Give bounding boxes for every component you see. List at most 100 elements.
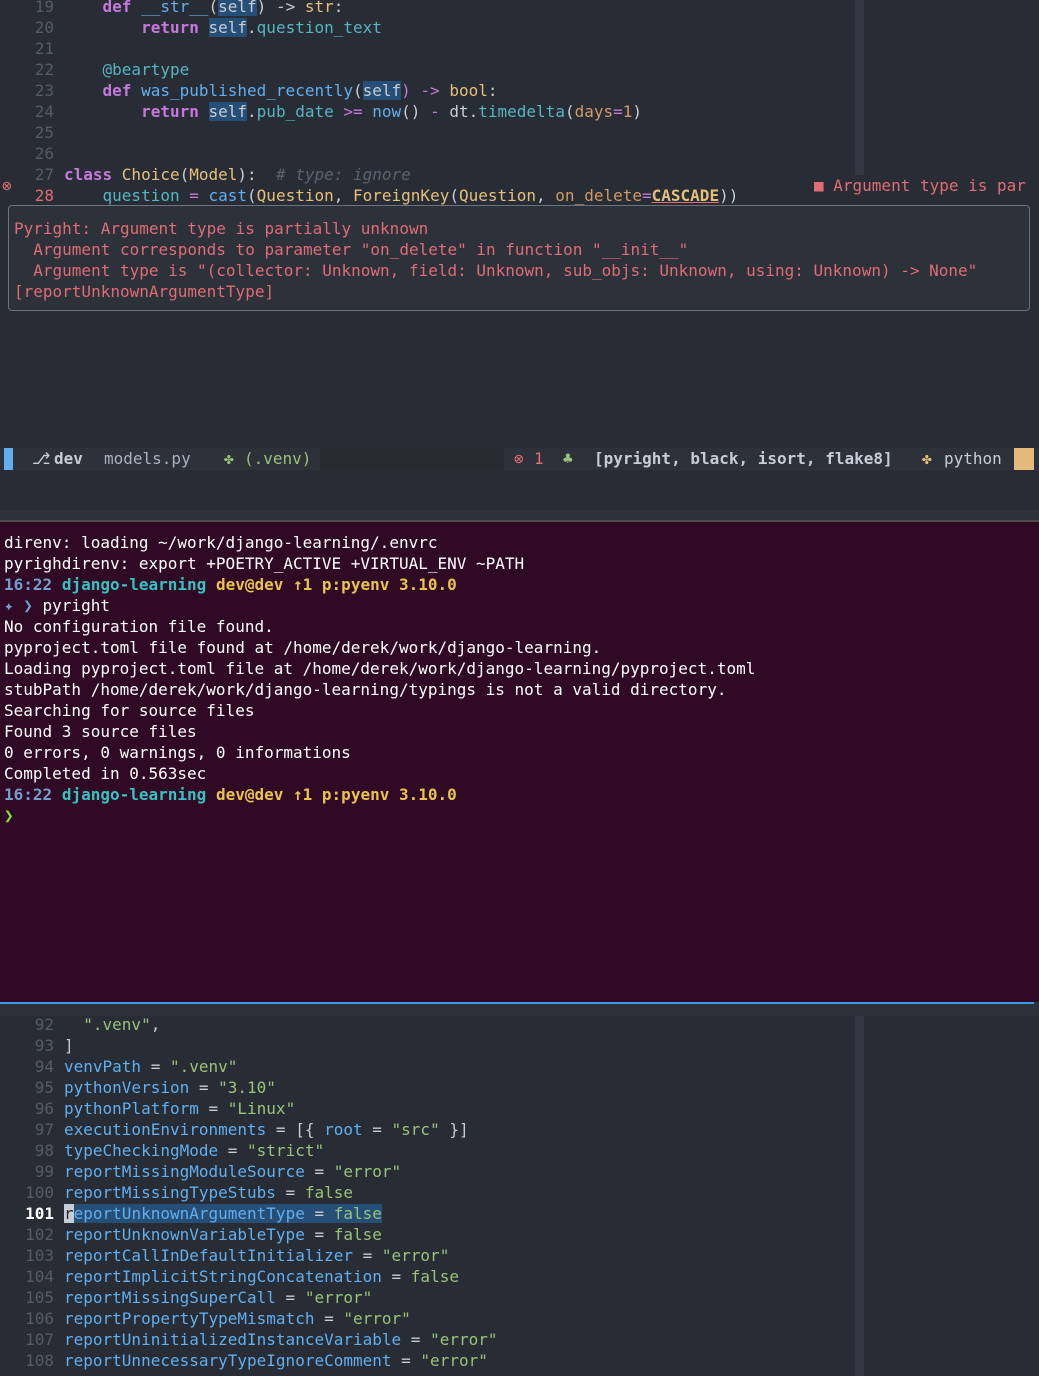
code-line[interactable]: 96 pythonPlatform = "Linux" bbox=[0, 1098, 295, 1119]
code-token: eportUnknownArgumentType bbox=[73, 1204, 305, 1223]
code-token: on_delete bbox=[555, 186, 642, 205]
code-line[interactable]: 108 reportUnnecessaryTypeIgnoreComment = … bbox=[0, 1350, 488, 1371]
code-token: Choice bbox=[121, 165, 180, 184]
code-token: = bbox=[179, 186, 209, 205]
line-number: 22 bbox=[34, 60, 54, 79]
terminal-output: stubPath /home/derek/work/django-learnin… bbox=[4, 680, 727, 699]
code-line[interactable]: 22 @beartype bbox=[0, 59, 190, 80]
code-token: reportMissingModuleSource bbox=[64, 1162, 305, 1181]
code-token: cast bbox=[208, 186, 248, 205]
line-number: 93 bbox=[34, 1036, 54, 1055]
code-token: "strict" bbox=[247, 1141, 325, 1160]
code-line[interactable]: 99 reportMissingModuleSource = "error" bbox=[0, 1161, 401, 1182]
code-token: question bbox=[64, 186, 180, 205]
line-code: ] bbox=[64, 1035, 74, 1056]
top-editor-pane[interactable]: 19 def __str__(self) -> str: 20 return se… bbox=[0, 0, 1039, 510]
code-line[interactable]: 20 return self.question_text bbox=[0, 17, 382, 38]
code-token: . bbox=[247, 102, 257, 121]
prompt-git: dev@dev ↑1 p:pyenv 3.10.0 bbox=[215, 575, 457, 594]
pane-divider[interactable] bbox=[0, 1002, 1034, 1004]
code-line[interactable]: 94 venvPath = ".venv" bbox=[0, 1056, 238, 1077]
code-token: = bbox=[642, 186, 652, 205]
code-token: "src" bbox=[391, 1120, 440, 1139]
code-token: ) -> bbox=[256, 0, 305, 16]
command: pyright bbox=[42, 596, 110, 615]
line-code: executionEnvironments = [{ root = "src" … bbox=[64, 1119, 469, 1140]
code-line[interactable]: 21 bbox=[0, 38, 54, 59]
code-line[interactable]: 101 reportUnknownArgumentType = false bbox=[0, 1203, 382, 1224]
code-line[interactable]: 93] bbox=[0, 1035, 74, 1056]
code-line[interactable]: 105 reportMissingSuperCall = "error" bbox=[0, 1287, 372, 1308]
code-token: = bbox=[304, 1225, 334, 1244]
code-token: self bbox=[218, 0, 257, 16]
terminal-pane[interactable]: direnv: loading ~/work/django-learning/.… bbox=[0, 520, 1039, 1002]
code-token: >= bbox=[333, 102, 373, 121]
code-line[interactable]: 24 return self.pub_date >= now() - dt.ti… bbox=[0, 101, 642, 122]
code-token: ( bbox=[247, 186, 257, 205]
code-line[interactable]: 26 bbox=[0, 143, 54, 164]
line-code: reportImplicitStringConcatenation = fals… bbox=[64, 1266, 459, 1287]
code-line[interactable]: 98 typeCheckingMode = "strict" bbox=[0, 1140, 324, 1161]
code-line[interactable]: 106 reportPropertyTypeMismatch = "error" bbox=[0, 1308, 411, 1329]
code-token: ( bbox=[449, 186, 459, 205]
terminal-output: 0 errors, 0 warnings, 0 informations bbox=[4, 743, 351, 762]
code-token: "error" bbox=[304, 1288, 373, 1307]
code-token: return bbox=[64, 102, 209, 121]
code-token: class bbox=[64, 165, 122, 184]
line-code: reportUninitializedInstanceVariable = "e… bbox=[64, 1329, 498, 1350]
statusline: ⎇ dev models.py ✤ (.venv) ⊗ 1 ♣ [pyright… bbox=[0, 448, 1039, 470]
lsp-clients: [pyright, black, isort, flake8] bbox=[594, 449, 893, 468]
code-token: days bbox=[574, 102, 614, 121]
code-token: venvPath bbox=[64, 1057, 142, 1076]
diagnostic-popup: Pyright: Argument type is partially unkn… bbox=[8, 205, 1030, 311]
code-token: bool bbox=[449, 81, 488, 100]
shell-prompt: 16:22 django-learning dev@dev ↑1 p:pyenv… bbox=[4, 574, 457, 595]
terminal-output: No configuration file found. bbox=[4, 617, 274, 636]
code-line[interactable]: 19 def __str__(self) -> str: bbox=[0, 0, 343, 17]
code-token: ( bbox=[352, 81, 363, 100]
code-token: timedelta bbox=[478, 102, 565, 121]
code-line[interactable]: 23 def was_published_recently(self) -> b… bbox=[0, 80, 498, 101]
line-code: reportMissingSuperCall = "error" bbox=[64, 1287, 372, 1308]
line-code: pythonPlatform = "Linux" bbox=[64, 1098, 295, 1119]
code-line[interactable]: 95 pythonVersion = "3.10" bbox=[0, 1077, 276, 1098]
code-token: : bbox=[333, 0, 344, 16]
git-branch: dev bbox=[54, 449, 83, 468]
line-number: 23 bbox=[34, 81, 54, 100]
position-indicator bbox=[1014, 448, 1034, 470]
code-line[interactable]: 100 reportMissingTypeStubs = false bbox=[0, 1182, 353, 1203]
line-number: 94 bbox=[34, 1057, 54, 1076]
code-line[interactable]: 97 executionEnvironments = [{ root = "src… bbox=[0, 1119, 469, 1140]
code-line[interactable]: 104 reportImplicitStringConcatenation = f… bbox=[0, 1266, 459, 1287]
code-token: = bbox=[189, 1078, 219, 1097]
code-token: = bbox=[401, 1330, 431, 1349]
code-line[interactable]: 107 reportUninitializedInstanceVariable =… bbox=[0, 1329, 497, 1350]
prompt-time: 16:22 bbox=[4, 785, 53, 804]
code-token: "error" bbox=[430, 1330, 498, 1349]
mode-indicator bbox=[4, 448, 13, 470]
code-token: () bbox=[401, 102, 431, 121]
line-code: class Choice(Model): # type: ignore bbox=[64, 164, 411, 185]
code-token: "3.10" bbox=[218, 1078, 276, 1097]
code-token: Model bbox=[189, 165, 238, 184]
code-token: reportUnknownVariableType bbox=[64, 1225, 305, 1244]
line-number: 101 bbox=[25, 1204, 54, 1223]
line-code: ".venv", bbox=[64, 1016, 160, 1035]
code-token: reportMissingSuperCall bbox=[64, 1288, 276, 1307]
code-line[interactable]: 102 reportUnknownVariableType = false bbox=[0, 1224, 382, 1245]
bottom-editor-pane[interactable]: 92 ".venv", 93] 94 venvPath = ".venv" 95 pyth… bbox=[0, 1016, 1039, 1376]
code-token: = bbox=[362, 1120, 392, 1139]
code-token: "error" bbox=[381, 1246, 450, 1265]
code-line[interactable]: 103 reportCallInDefaultInitializer = "err… bbox=[0, 1245, 449, 1266]
file-name: models.py bbox=[104, 449, 191, 468]
code-line[interactable]: 25 bbox=[0, 122, 54, 143]
line-number: 98 bbox=[34, 1141, 54, 1160]
cursor-prompt[interactable]: ❯ bbox=[4, 805, 14, 826]
code-token: question_text bbox=[256, 18, 382, 37]
line-number: 19 bbox=[34, 0, 54, 16]
line-number: 25 bbox=[34, 123, 54, 142]
code-token: = bbox=[304, 1162, 334, 1181]
line-code: @beartype bbox=[64, 59, 190, 80]
code-line[interactable]: 92 ".venv", bbox=[0, 1016, 161, 1035]
code-token: Question bbox=[256, 186, 334, 205]
